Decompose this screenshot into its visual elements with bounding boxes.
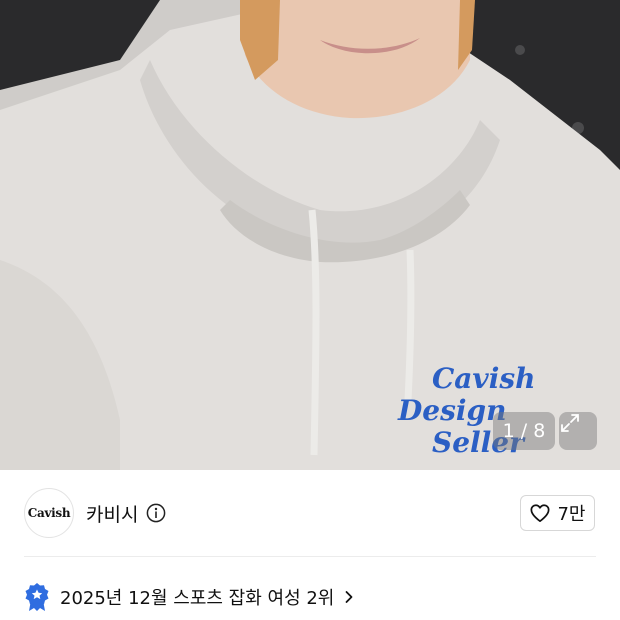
ranking-text: 2025년 12월 스포츠 잡화 여성 2위 (60, 588, 335, 609)
info-icon[interactable] (146, 503, 166, 523)
product-photo: Cavish Design Seller (0, 0, 620, 470)
shop-logo-text: Cavish (27, 506, 71, 520)
divider (24, 556, 596, 557)
product-image[interactable]: Cavish Design Seller 1 / 8 (0, 0, 620, 470)
shop-row: Cavish 카비시 7만 (0, 470, 620, 556)
like-button[interactable]: 7만 (520, 495, 595, 531)
like-count: 7만 (557, 504, 586, 525)
print-line-1: Cavish (432, 362, 535, 395)
expand-button[interactable] (559, 412, 597, 450)
shop-name[interactable]: 카비시 (86, 500, 138, 527)
print-line-2: Design (397, 394, 506, 427)
image-counter: 1 / 8 (493, 412, 555, 450)
heart-icon (530, 504, 550, 523)
badge-icon (25, 583, 49, 611)
ranking-link[interactable]: 2025년 12월 스포츠 잡화 여성 2위 (24, 578, 596, 616)
chevron-right-icon (344, 590, 354, 604)
shop-logo[interactable]: Cavish (24, 488, 74, 538)
expand-icon (561, 414, 579, 432)
